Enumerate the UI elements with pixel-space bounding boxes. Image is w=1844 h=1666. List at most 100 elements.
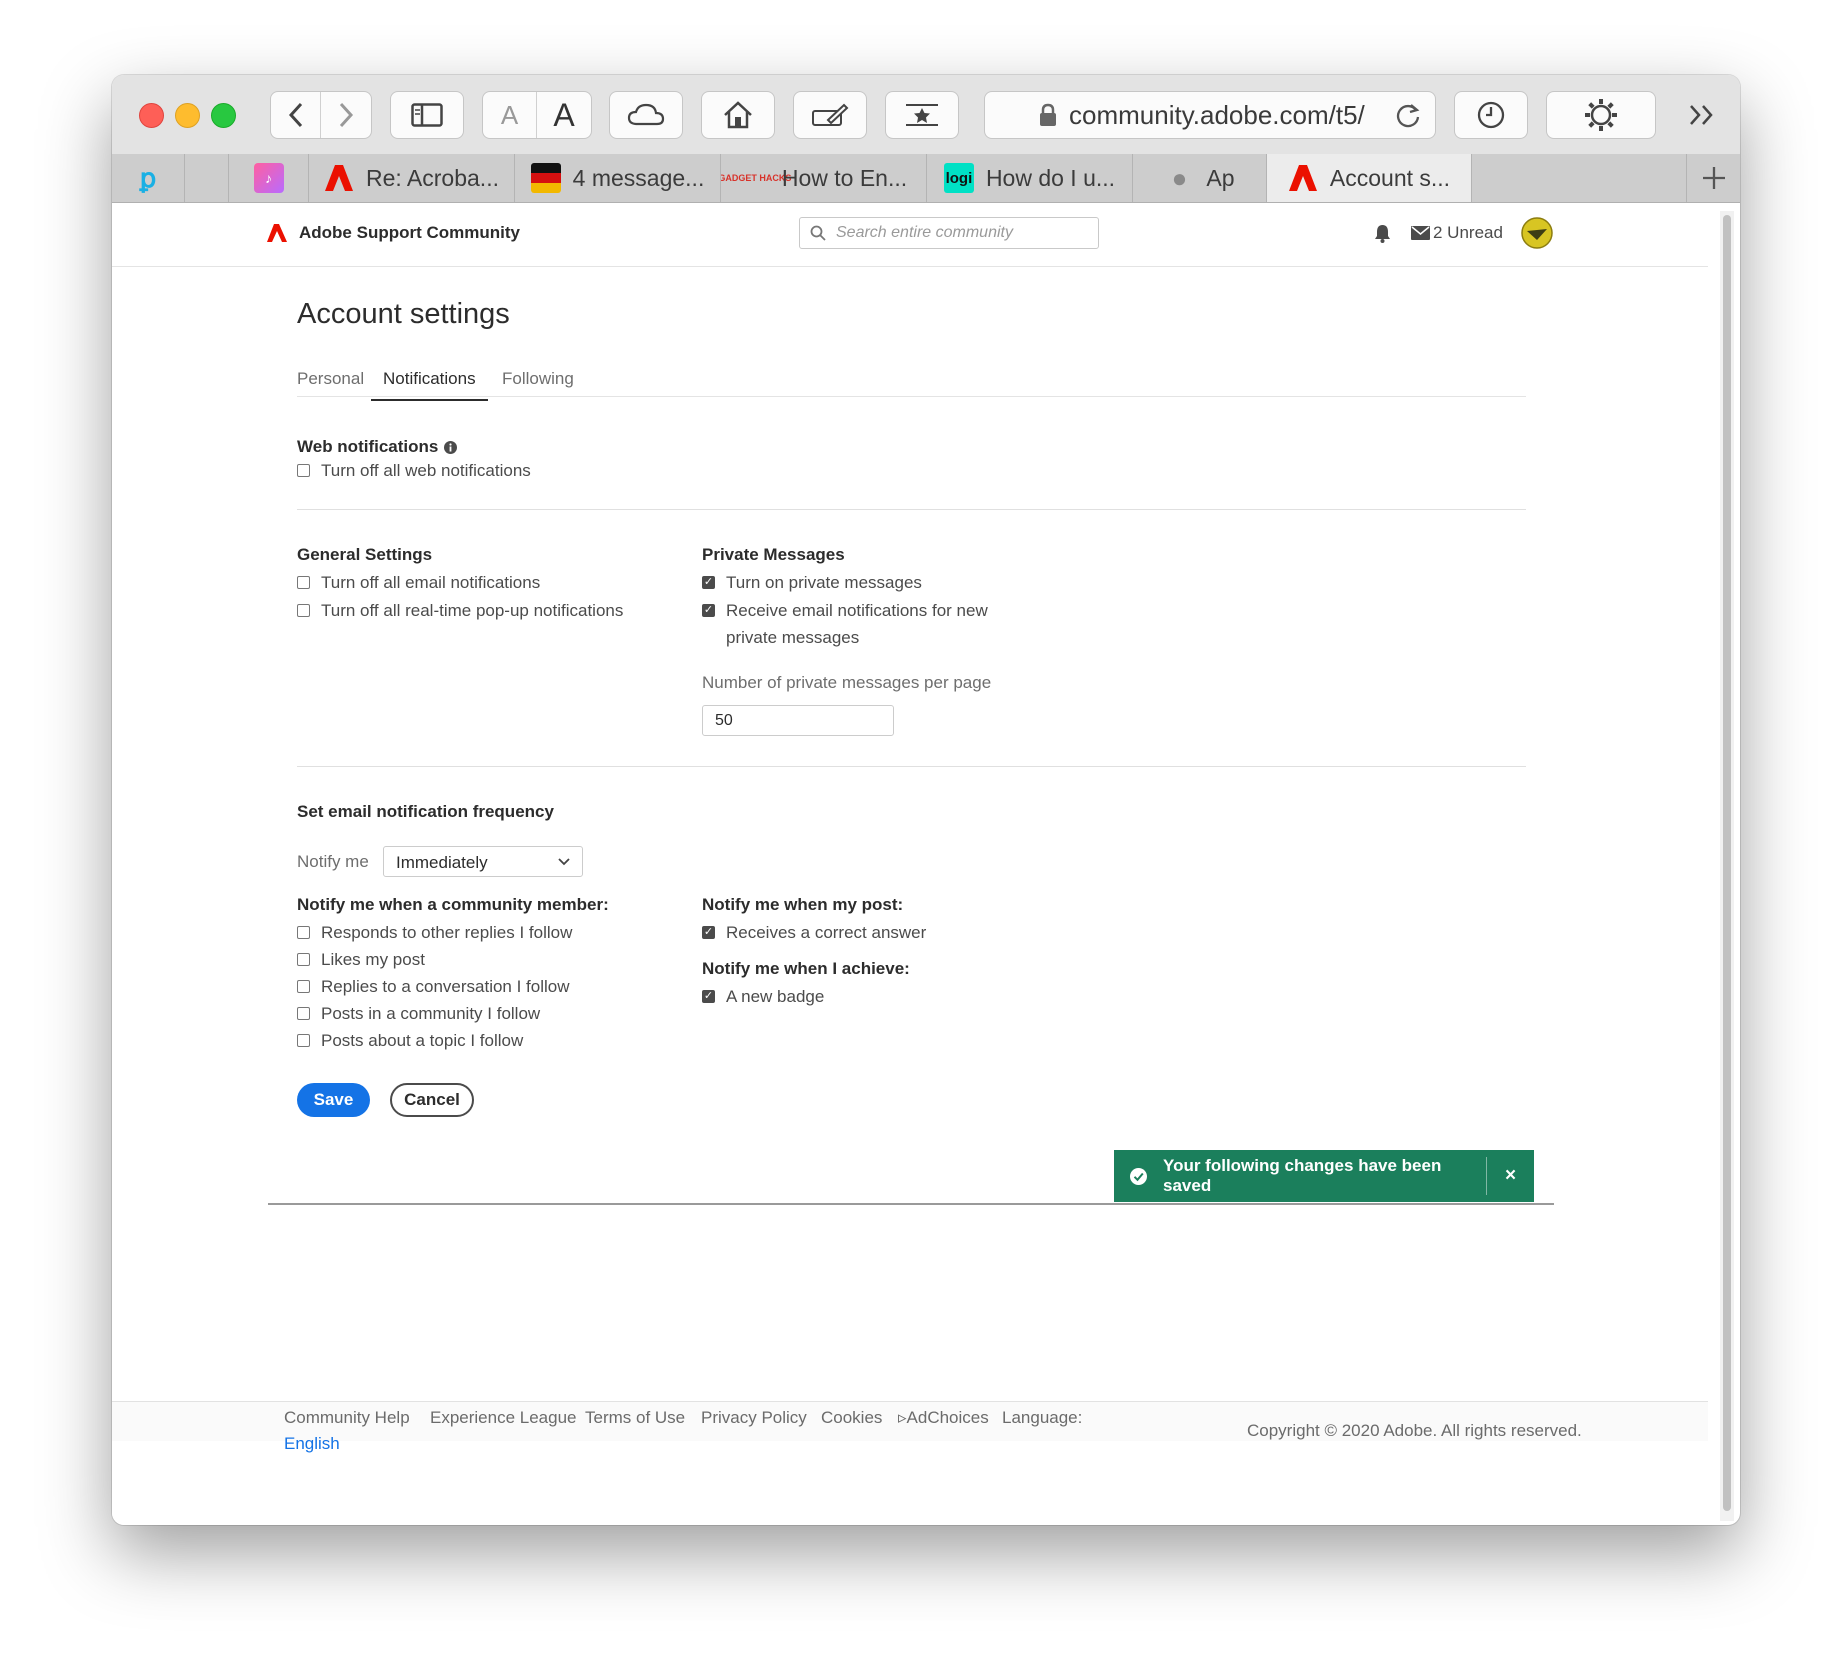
posts-community-checkbox[interactable] (297, 1007, 310, 1020)
footer-link-cookies[interactable]: Cookies (821, 1408, 882, 1428)
icloud-button[interactable] (609, 91, 683, 139)
tab-apple[interactable]: ● Ap (1132, 154, 1266, 202)
footer-link-community-help[interactable]: Community Help (284, 1408, 410, 1428)
tab-title: 4 message... (572, 164, 705, 191)
site-logo-link[interactable]: Adobe Support Community (267, 223, 520, 243)
content-divider (268, 1203, 1554, 1205)
text-larger-button[interactable]: A (537, 92, 591, 138)
close-window-button[interactable] (139, 103, 164, 128)
checkbox-row: ✓ Turn on private messages (702, 569, 922, 596)
checkbox-label: Receive email notifications for new priv… (726, 601, 988, 647)
save-button[interactable]: Save (297, 1083, 370, 1117)
chevron-left-icon (288, 102, 302, 128)
address-bar[interactable]: community.adobe.com/t5/ (984, 91, 1436, 139)
frequency-value: Immediately (396, 853, 488, 872)
reload-icon[interactable] (1395, 102, 1421, 128)
cancel-button[interactable]: Cancel (390, 1083, 474, 1117)
browser-window: A A community.adobe.com/t5/ ꝑ ♪ Re: Acro… (112, 75, 1740, 1525)
scrollbar[interactable] (1720, 211, 1734, 1521)
user-avatar[interactable] (1521, 217, 1553, 249)
footer-link-adchoices[interactable]: ▹AdChoices (898, 1408, 989, 1428)
tab-gadget-hacks[interactable]: GADGET HACKS How to En... (720, 154, 926, 202)
correct-answer-checkbox[interactable]: ✓ (702, 926, 715, 939)
frequency-heading: Set email notification frequency (297, 802, 554, 821)
search-input[interactable]: Search entire community (799, 217, 1099, 249)
double-chevron-right-icon (1690, 105, 1713, 125)
minimize-window-button[interactable] (175, 103, 200, 128)
sidebar-icon (411, 103, 443, 127)
checkbox-row: Turn off all email notifications (297, 569, 540, 596)
gadget-hacks-icon: GADGET HACKS (720, 172, 792, 183)
tab-messages[interactable]: 4 message... (514, 154, 720, 202)
tab-acrobat-reply[interactable]: Re: Acroba... (308, 154, 514, 202)
replies-checkbox[interactable] (297, 980, 310, 993)
tab-personal[interactable]: Personal (297, 369, 364, 399)
overflow-button[interactable] (1682, 91, 1722, 139)
toast-close-button[interactable]: × (1486, 1157, 1534, 1195)
new-badge-checkbox[interactable]: ✓ (702, 990, 715, 1003)
footer-link-privacy[interactable]: Privacy Policy (701, 1408, 807, 1428)
settings-button[interactable] (1546, 91, 1656, 139)
footer-copyright: Copyright © 2020 Adobe. All rights reser… (1247, 1421, 1582, 1440)
page-content: Adobe Support Community Search entire co… (112, 203, 1708, 1525)
tab-logitech[interactable]: logi How do I u... (926, 154, 1132, 202)
tab-notifications[interactable]: Notifications (371, 369, 488, 401)
back-button[interactable] (271, 92, 322, 138)
general-settings-heading: General Settings (297, 545, 433, 564)
post-heading: Notify me when my post: (702, 895, 904, 914)
sidebar-button[interactable] (390, 91, 464, 139)
adobe-icon (1288, 163, 1318, 193)
private-messages-checkbox[interactable]: ✓ (702, 576, 715, 589)
tab-following[interactable]: Following (502, 369, 574, 399)
tab-pinned-1[interactable]: ꝑ (112, 154, 184, 202)
messages-per-page-input[interactable]: 50 (702, 705, 894, 736)
bell-icon[interactable] (1374, 224, 1391, 243)
footer-link-experience-league[interactable]: Experience League (430, 1408, 577, 1428)
star-icon (906, 104, 938, 126)
envelope-icon[interactable] (1411, 226, 1430, 240)
checkbox-row: Replies to a conversation I follow (297, 973, 570, 1000)
turn-off-web-notifications-checkbox[interactable] (297, 464, 310, 477)
logi-icon: logi (943, 163, 974, 193)
posts-topic-checkbox[interactable] (297, 1034, 310, 1047)
forward-button[interactable] (321, 92, 371, 138)
turn-off-popup-checkbox[interactable] (297, 604, 310, 617)
new-tab-button[interactable] (1686, 154, 1740, 202)
checkbox-row: Turn off all web notifications (297, 457, 531, 484)
info-icon[interactable] (444, 440, 458, 454)
turn-off-email-checkbox[interactable] (297, 576, 310, 589)
site-name: Adobe Support Community (299, 223, 520, 242)
scrollbar-thumb[interactable] (1723, 215, 1731, 1511)
unread-count[interactable]: 2 Unread (1433, 223, 1503, 243)
zoom-window-button[interactable] (211, 103, 236, 128)
likes-checkbox[interactable] (297, 953, 310, 966)
heading-text: Web notifications (297, 437, 439, 456)
page-title: Account settings (297, 298, 510, 330)
tab-music[interactable]: ♪ (228, 154, 308, 202)
checkbox-label: Likes my post (321, 950, 425, 969)
header-user-area: 2 Unread (1374, 217, 1553, 249)
text-size-control: A A (482, 91, 592, 139)
text-smaller-button[interactable]: A (483, 92, 538, 138)
frequency-select[interactable]: Immediately (383, 846, 583, 877)
tab-account-settings[interactable]: Account s... (1266, 154, 1472, 202)
footer-link-terms[interactable]: Terms of Use (585, 1408, 685, 1428)
responds-checkbox[interactable] (297, 926, 310, 939)
home-button[interactable] (701, 91, 775, 139)
clock-icon (1477, 101, 1505, 129)
search-placeholder: Search entire community (836, 224, 1013, 241)
apple-icon: ● (1171, 162, 1188, 193)
tab-title: How to En... (781, 164, 908, 191)
footer-language-link[interactable]: English (284, 1434, 340, 1454)
tab-pinned-2[interactable] (184, 154, 228, 202)
toast-message: Your following changes have been saved (1163, 1156, 1442, 1195)
history-button[interactable] (1454, 91, 1528, 139)
divider (297, 509, 1526, 510)
checkbox-label: A new badge (726, 987, 825, 1006)
plus-icon (1702, 167, 1725, 189)
annotate-button[interactable] (793, 91, 867, 139)
tab-bar: ꝑ ♪ Re: Acroba... 4 message... GADGET HA… (112, 154, 1740, 203)
search-icon (810, 225, 826, 241)
private-email-checkbox[interactable]: ✓ (702, 604, 715, 617)
bookmarks-button[interactable] (885, 91, 959, 139)
